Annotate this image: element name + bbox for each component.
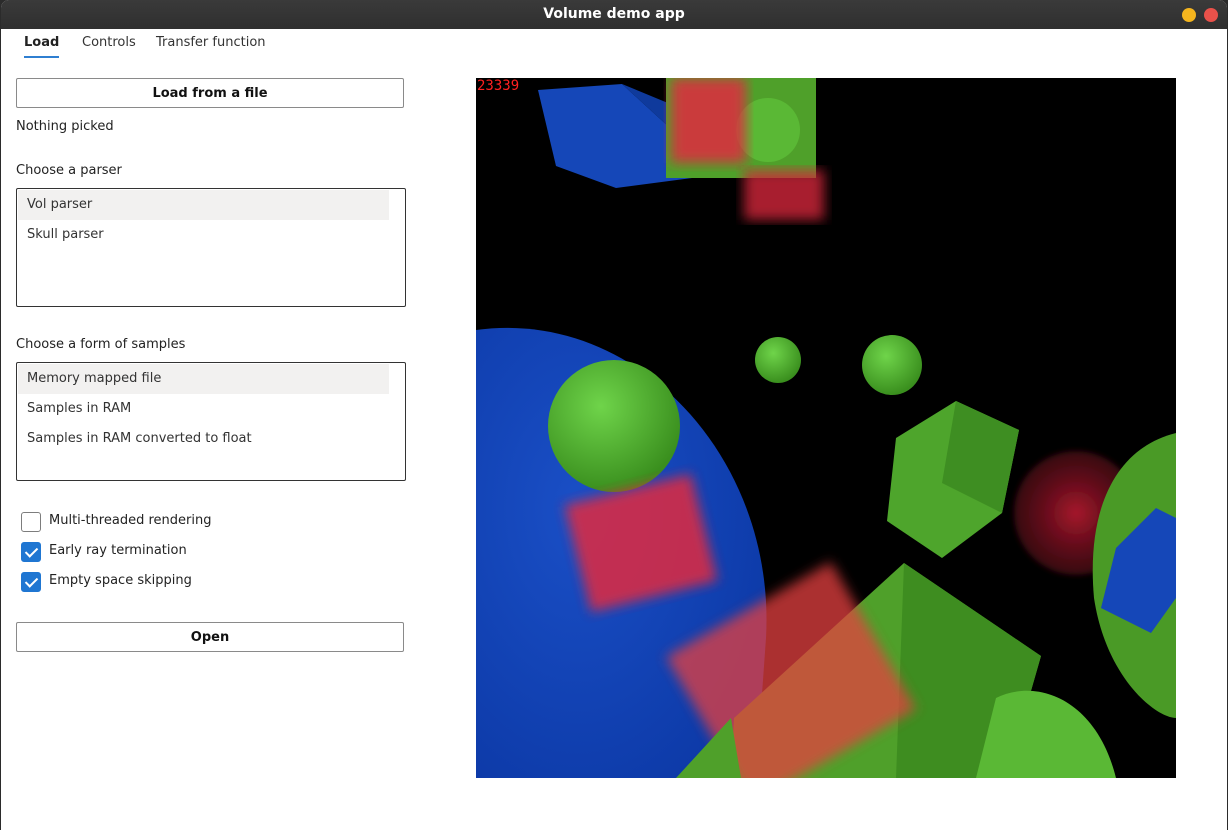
sample-form-list[interactable]: Memory mapped file Samples in RAM Sample… <box>16 362 406 481</box>
title-bar[interactable]: Volume demo app <box>1 0 1227 29</box>
list-item-skull-parser[interactable]: Skull parser <box>18 220 389 250</box>
red-cube-top <box>671 78 746 163</box>
render-viewport[interactable]: 23339 <box>476 78 1176 778</box>
picked-status: Nothing picked <box>16 119 114 134</box>
window-title: Volume demo app <box>543 6 685 22</box>
green-sphere-small-2 <box>862 335 922 395</box>
volume-render <box>476 78 1176 778</box>
parser-list[interactable]: Vol parser Skull parser <box>16 188 406 307</box>
tab-transfer-function[interactable]: Transfer function <box>156 34 266 56</box>
app-window: Volume demo app Load Controls Transfer f… <box>1 0 1227 830</box>
tab-controls[interactable]: Controls <box>82 34 136 56</box>
multithreaded-label: Multi-threaded rendering <box>49 513 212 528</box>
parser-heading: Choose a parser <box>16 163 122 178</box>
green-sphere-small-1 <box>755 337 801 383</box>
minimize-button[interactable] <box>1182 8 1196 22</box>
green-cylinder-bottom <box>976 690 1116 778</box>
load-from-file-button[interactable]: Load from a file <box>16 78 404 108</box>
empty-space-label: Empty space skipping <box>49 573 192 588</box>
early-ray-checkbox[interactable] <box>21 542 41 562</box>
list-item-vol-parser[interactable]: Vol parser <box>18 190 389 220</box>
list-item-memory-mapped[interactable]: Memory mapped file <box>18 364 389 394</box>
close-button[interactable] <box>1204 8 1218 22</box>
frame-counter: 23339 <box>477 78 520 94</box>
samples-heading: Choose a form of samples <box>16 337 186 352</box>
early-ray-label: Early ray termination <box>49 543 187 558</box>
empty-space-checkbox[interactable] <box>21 572 41 592</box>
multithreaded-checkbox[interactable] <box>21 512 41 532</box>
list-item-samples-ram-float[interactable]: Samples in RAM converted to float <box>18 424 389 454</box>
tab-load[interactable]: Load <box>24 34 60 58</box>
open-button[interactable]: Open <box>16 622 404 652</box>
list-item-samples-ram[interactable]: Samples in RAM <box>18 394 389 424</box>
green-sphere-medium <box>548 360 680 492</box>
